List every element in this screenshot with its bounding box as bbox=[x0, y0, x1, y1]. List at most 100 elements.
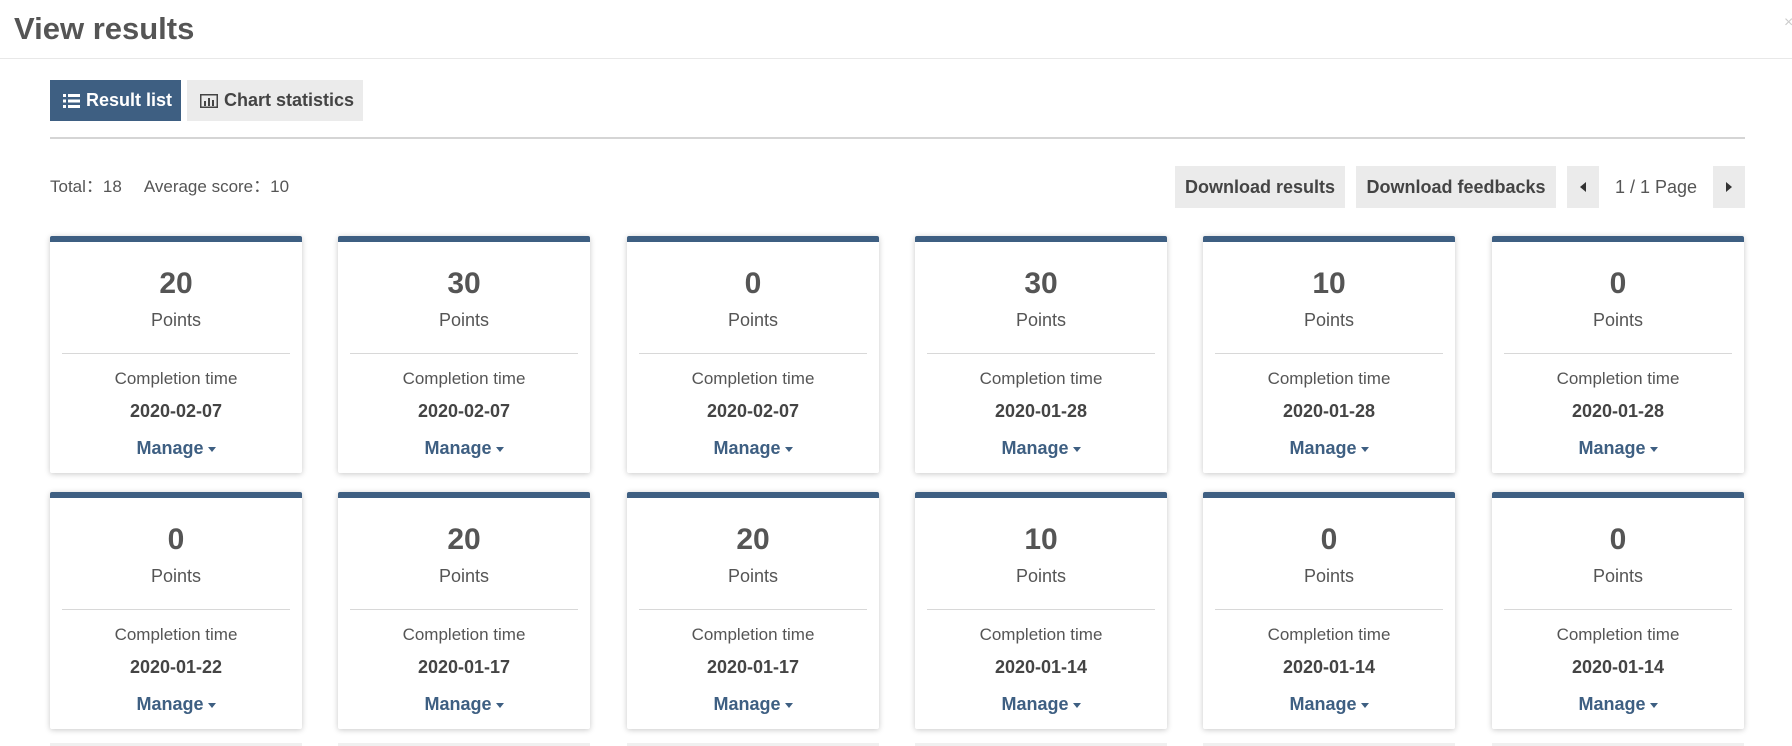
manage-label: Manage bbox=[1578, 438, 1646, 458]
caret-down-icon bbox=[1649, 446, 1658, 452]
manage-label: Manage bbox=[136, 694, 204, 714]
manage-dropdown[interactable]: Manage bbox=[1203, 438, 1455, 458]
result-card: 20 Points Completion time 2020-01-17 Manage bbox=[627, 492, 879, 729]
caret-down-icon bbox=[495, 446, 504, 452]
dialog-header: View results × bbox=[0, 0, 1792, 59]
close-icon[interactable]: × bbox=[1784, 15, 1792, 31]
manage-label: Manage bbox=[1289, 694, 1357, 714]
caret-down-icon bbox=[784, 702, 793, 708]
score-value: 0 bbox=[744, 267, 762, 300]
card-divider bbox=[62, 609, 290, 610]
manage-dropdown[interactable]: Manage bbox=[50, 694, 302, 714]
score-value: 0 bbox=[167, 523, 185, 556]
caret-down-icon bbox=[1360, 702, 1369, 708]
completion-time-label: Completion time bbox=[1267, 625, 1391, 644]
result-card: 0 Points Completion time 2020-01-14 Manage bbox=[1492, 492, 1744, 729]
tab-chart-statistics-label: Chart statistics bbox=[224, 90, 355, 110]
manage-dropdown[interactable]: Manage bbox=[1203, 694, 1455, 714]
download-results-button[interactable]: Download results bbox=[1175, 166, 1345, 208]
score-value: 10 bbox=[1024, 523, 1058, 556]
manage-label: Manage bbox=[1001, 438, 1069, 458]
completion-time-label: Completion time bbox=[979, 625, 1103, 644]
average-score: Average score：10 bbox=[143, 177, 290, 196]
caret-right-icon bbox=[1726, 182, 1732, 192]
page-title: View results bbox=[14, 11, 195, 46]
result-card: 0 Points Completion time 2020-01-14 Manage bbox=[1203, 492, 1455, 729]
manage-dropdown[interactable]: Manage bbox=[627, 694, 879, 714]
score-value: 30 bbox=[447, 267, 481, 300]
card-divider bbox=[350, 353, 578, 354]
tab-result-list[interactable]: Result list bbox=[50, 80, 181, 121]
completion-time-label: Completion time bbox=[402, 369, 526, 388]
tabs-divider bbox=[50, 137, 1745, 139]
completion-date: 2020-01-17 bbox=[417, 657, 511, 677]
page-indicator: 1 / 1 Page bbox=[1614, 176, 1698, 197]
completion-date: 2020-01-28 bbox=[1571, 401, 1665, 421]
points-label: Points bbox=[1592, 566, 1644, 586]
score-value: 20 bbox=[447, 523, 481, 556]
completion-time-label: Completion time bbox=[979, 369, 1103, 388]
points-label: Points bbox=[727, 310, 779, 330]
tab-chart-statistics[interactable]: Chart statistics bbox=[187, 80, 363, 121]
card-divider bbox=[62, 353, 290, 354]
result-card: 30 Points Completion time 2020-01-28 Manage bbox=[915, 236, 1167, 473]
prev-page-button[interactable] bbox=[1567, 166, 1599, 208]
completion-date: 2020-01-28 bbox=[994, 401, 1088, 421]
card-divider bbox=[350, 609, 578, 610]
result-card: 20 Points Completion time 2020-02-07 Manage bbox=[50, 236, 302, 473]
manage-label: Manage bbox=[713, 694, 781, 714]
points-label: Points bbox=[727, 566, 779, 586]
manage-dropdown[interactable]: Manage bbox=[915, 438, 1167, 458]
manage-dropdown[interactable]: Manage bbox=[1492, 694, 1744, 714]
caret-left-icon bbox=[1580, 182, 1586, 192]
result-card: 20 Points Completion time 2020-01-17 Manage bbox=[338, 492, 590, 729]
points-label: Points bbox=[150, 310, 202, 330]
caret-down-icon bbox=[207, 446, 216, 452]
completion-time-label: Completion time bbox=[691, 369, 815, 388]
manage-dropdown[interactable]: Manage bbox=[338, 438, 590, 458]
score-value: 20 bbox=[159, 267, 193, 300]
caret-down-icon bbox=[495, 702, 504, 708]
score-value: 0 bbox=[1320, 523, 1338, 556]
manage-dropdown[interactable]: Manage bbox=[50, 438, 302, 458]
points-label: Points bbox=[438, 566, 490, 586]
completion-date: 2020-02-07 bbox=[706, 401, 800, 421]
score-value: 20 bbox=[736, 523, 770, 556]
completion-date: 2020-01-14 bbox=[1571, 657, 1665, 677]
result-card: 10 Points Completion time 2020-01-28 Manage bbox=[1203, 236, 1455, 473]
manage-label: Manage bbox=[713, 438, 781, 458]
manage-label: Manage bbox=[424, 694, 492, 714]
manage-label: Manage bbox=[1001, 694, 1069, 714]
tab-result-list-label: Result list bbox=[86, 90, 173, 110]
completion-time-label: Completion time bbox=[402, 625, 526, 644]
score-value: 10 bbox=[1312, 267, 1346, 300]
result-card: 10 Points Completion time 2020-01-14 Manage bbox=[915, 492, 1167, 729]
completion-time-label: Completion time bbox=[114, 369, 238, 388]
completion-date: 2020-01-14 bbox=[994, 657, 1088, 677]
manage-dropdown[interactable]: Manage bbox=[627, 438, 879, 458]
score-value: 0 bbox=[1609, 267, 1627, 300]
manage-dropdown[interactable]: Manage bbox=[915, 694, 1167, 714]
completion-time-label: Completion time bbox=[691, 625, 815, 644]
score-value: 30 bbox=[1024, 267, 1058, 300]
manage-dropdown[interactable]: Manage bbox=[1492, 438, 1744, 458]
completion-date: 2020-02-07 bbox=[417, 401, 511, 421]
completion-date: 2020-02-07 bbox=[129, 401, 223, 421]
completion-date: 2020-01-28 bbox=[1282, 401, 1376, 421]
completion-time-label: Completion time bbox=[1556, 625, 1680, 644]
points-label: Points bbox=[150, 566, 202, 586]
download-feedbacks-button[interactable]: Download feedbacks bbox=[1356, 166, 1556, 208]
completion-time-label: Completion time bbox=[1267, 369, 1391, 388]
manage-dropdown[interactable]: Manage bbox=[338, 694, 590, 714]
completion-time-label: Completion time bbox=[114, 625, 238, 644]
points-label: Points bbox=[1015, 566, 1067, 586]
caret-down-icon bbox=[784, 446, 793, 452]
result-card: 30 Points Completion time 2020-02-07 Manage bbox=[338, 236, 590, 473]
score-value: 0 bbox=[1609, 523, 1627, 556]
caret-down-icon bbox=[207, 702, 216, 708]
results-summary: Total：18 Average score：10 bbox=[50, 172, 289, 197]
result-card: 0 Points Completion time 2020-01-28 Manage bbox=[1492, 236, 1744, 473]
card-divider bbox=[639, 353, 867, 354]
card-divider bbox=[639, 609, 867, 610]
next-page-button[interactable] bbox=[1713, 166, 1745, 208]
